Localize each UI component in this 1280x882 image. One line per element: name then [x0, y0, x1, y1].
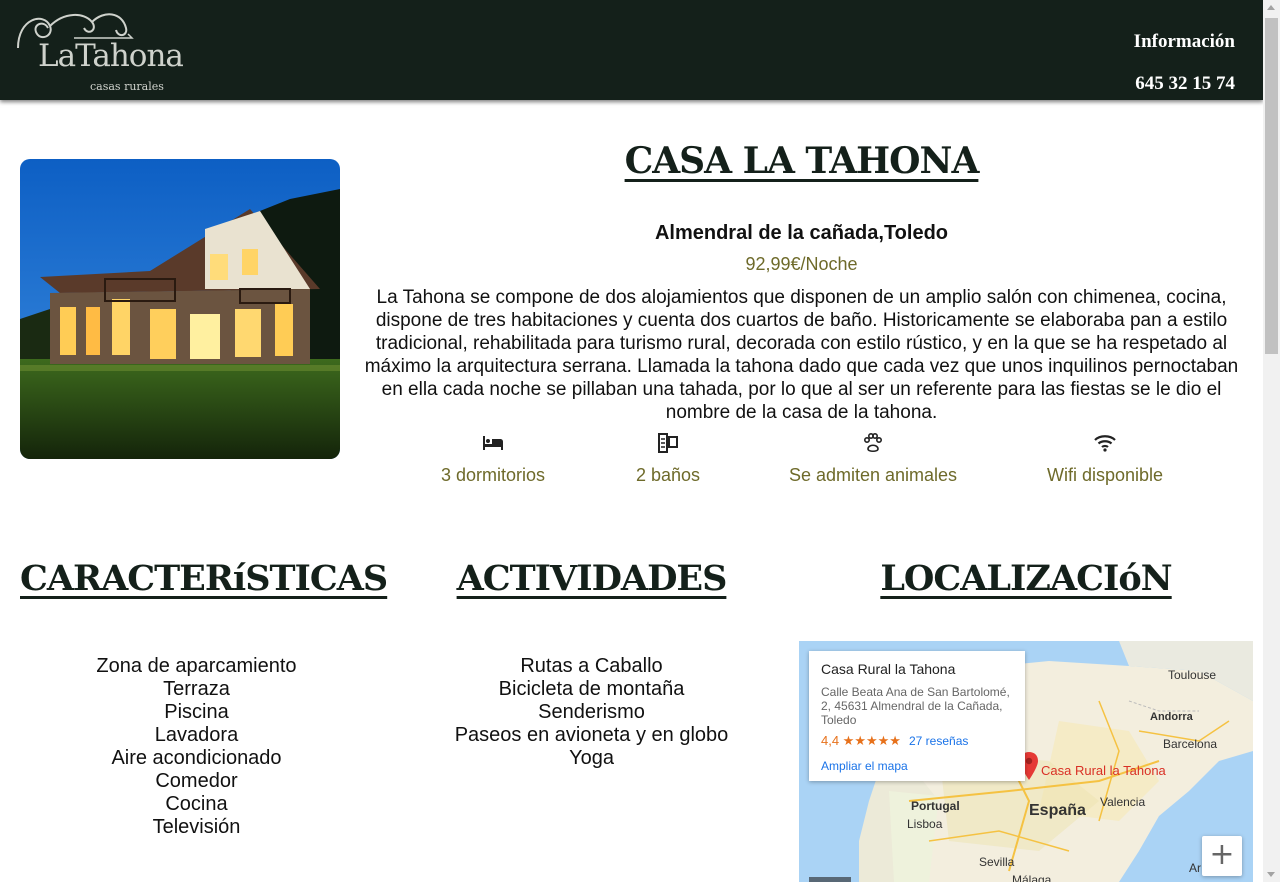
section-title-caracteristicas: CARACTERíSTICAS [20, 558, 388, 599]
shower-icon [658, 433, 678, 453]
actividades-list: Rutas a Caballo Bicicleta de montaña Sen… [410, 655, 773, 770]
bed-icon [483, 436, 503, 450]
feature-bedrooms: 3 dormitorios [393, 431, 593, 486]
list-item: Rutas a Caballo [520, 655, 663, 677]
feature-label: 2 baños [635, 465, 701, 485]
map-label-lisboa: Lisboa [907, 817, 943, 831]
map-rating: 4,4 ★★★★★ [821, 733, 901, 748]
feature-bathrooms: 2 baños [568, 431, 768, 486]
property-description: La Tahona se compone de dos alojamientos… [364, 287, 1239, 423]
feature-label: Se admiten animales [788, 465, 958, 485]
map-label-toulouse: Toulouse [1168, 668, 1217, 682]
list-item: Piscina [164, 701, 229, 723]
map-label-barcelona: Barcelona [1163, 737, 1218, 751]
house-photo [20, 159, 340, 459]
scrollbar-thumb[interactable] [1265, 18, 1278, 354]
section-title-localizacion: LOCALIZACIóN [880, 558, 1172, 599]
list-item: Terraza [163, 678, 230, 700]
map-info-card: Casa Rural la Tahona Calle Beata Ana de … [809, 651, 1025, 781]
map-reviews-link[interactable]: 27 reseñas [909, 734, 968, 748]
list-item: Cocina [165, 793, 228, 815]
phone-number[interactable]: 645 32 15 74 [1135, 73, 1235, 95]
nav-link-informacion[interactable]: Información [1134, 31, 1235, 53]
google-map[interactable]: Toulouse Andorra Barcelona Portugal Lisb… [799, 641, 1253, 882]
list-item: Yoga [569, 747, 614, 769]
list-item: Bicicleta de montaña [498, 678, 685, 700]
caracteristicas-list: Zona de aparcamiento Terraza Piscina Lav… [20, 655, 373, 839]
wifi-icon [1094, 435, 1116, 452]
map-label-espana: España [1029, 802, 1086, 819]
list-item: Aire acondicionado [111, 747, 282, 769]
logo-text: LaTahona [38, 38, 184, 74]
scroll-up-arrow-icon[interactable] [1267, 5, 1275, 10]
section-title-actividades: ACTIVIDADES [456, 558, 728, 599]
map-label-sevilla: Sevilla [979, 855, 1015, 869]
list-item: Senderismo [538, 701, 645, 723]
list-item: Zona de aparcamiento [96, 655, 297, 677]
feature-pets: Se admiten animales [773, 431, 973, 486]
map-enlarge-link[interactable]: Ampliar el mapa [821, 759, 908, 773]
property-title: CASA LA TAHONA [624, 140, 980, 182]
property-price: 92,99€/Noche [745, 254, 858, 274]
list-item: Televisión [152, 816, 241, 838]
map-label-ar: Ar [1189, 861, 1201, 875]
map-place-address: Calle Beata Ana de San Bartolomé, 2, 456… [821, 685, 1010, 727]
scroll-down-arrow-icon[interactable] [1267, 872, 1275, 877]
map-pin-label[interactable]: Casa Rural la Tahona [1041, 763, 1166, 778]
map-zoom-in-button[interactable]: + [1202, 836, 1242, 876]
map-label-portugal: Portugal [911, 799, 960, 813]
map-label-malaga: Málaga [1012, 873, 1052, 882]
paw-icon [863, 432, 883, 453]
logo[interactable]: LaTahona casas rurales [14, 8, 184, 96]
list-item: Lavadora [154, 724, 239, 746]
site-header: LaTahona casas rurales Información 645 3… [0, 0, 1263, 100]
map-label-andorra: Andorra [1150, 711, 1193, 723]
feature-wifi: Wifi disponible [1005, 431, 1205, 486]
map-place-name: Casa Rural la Tahona [821, 661, 956, 677]
feature-label: Wifi disponible [1046, 465, 1164, 485]
list-item: Paseos en avioneta y en globo [454, 724, 729, 746]
scrollbar[interactable] [1263, 0, 1280, 882]
logo-subtitle: casas rurales [90, 80, 164, 93]
list-item: Comedor [155, 770, 238, 792]
map-label-valencia: Valencia [1100, 795, 1146, 809]
feature-label: 3 dormitorios [440, 465, 546, 485]
property-location: Almendral de la cañada,Toledo [654, 222, 949, 244]
